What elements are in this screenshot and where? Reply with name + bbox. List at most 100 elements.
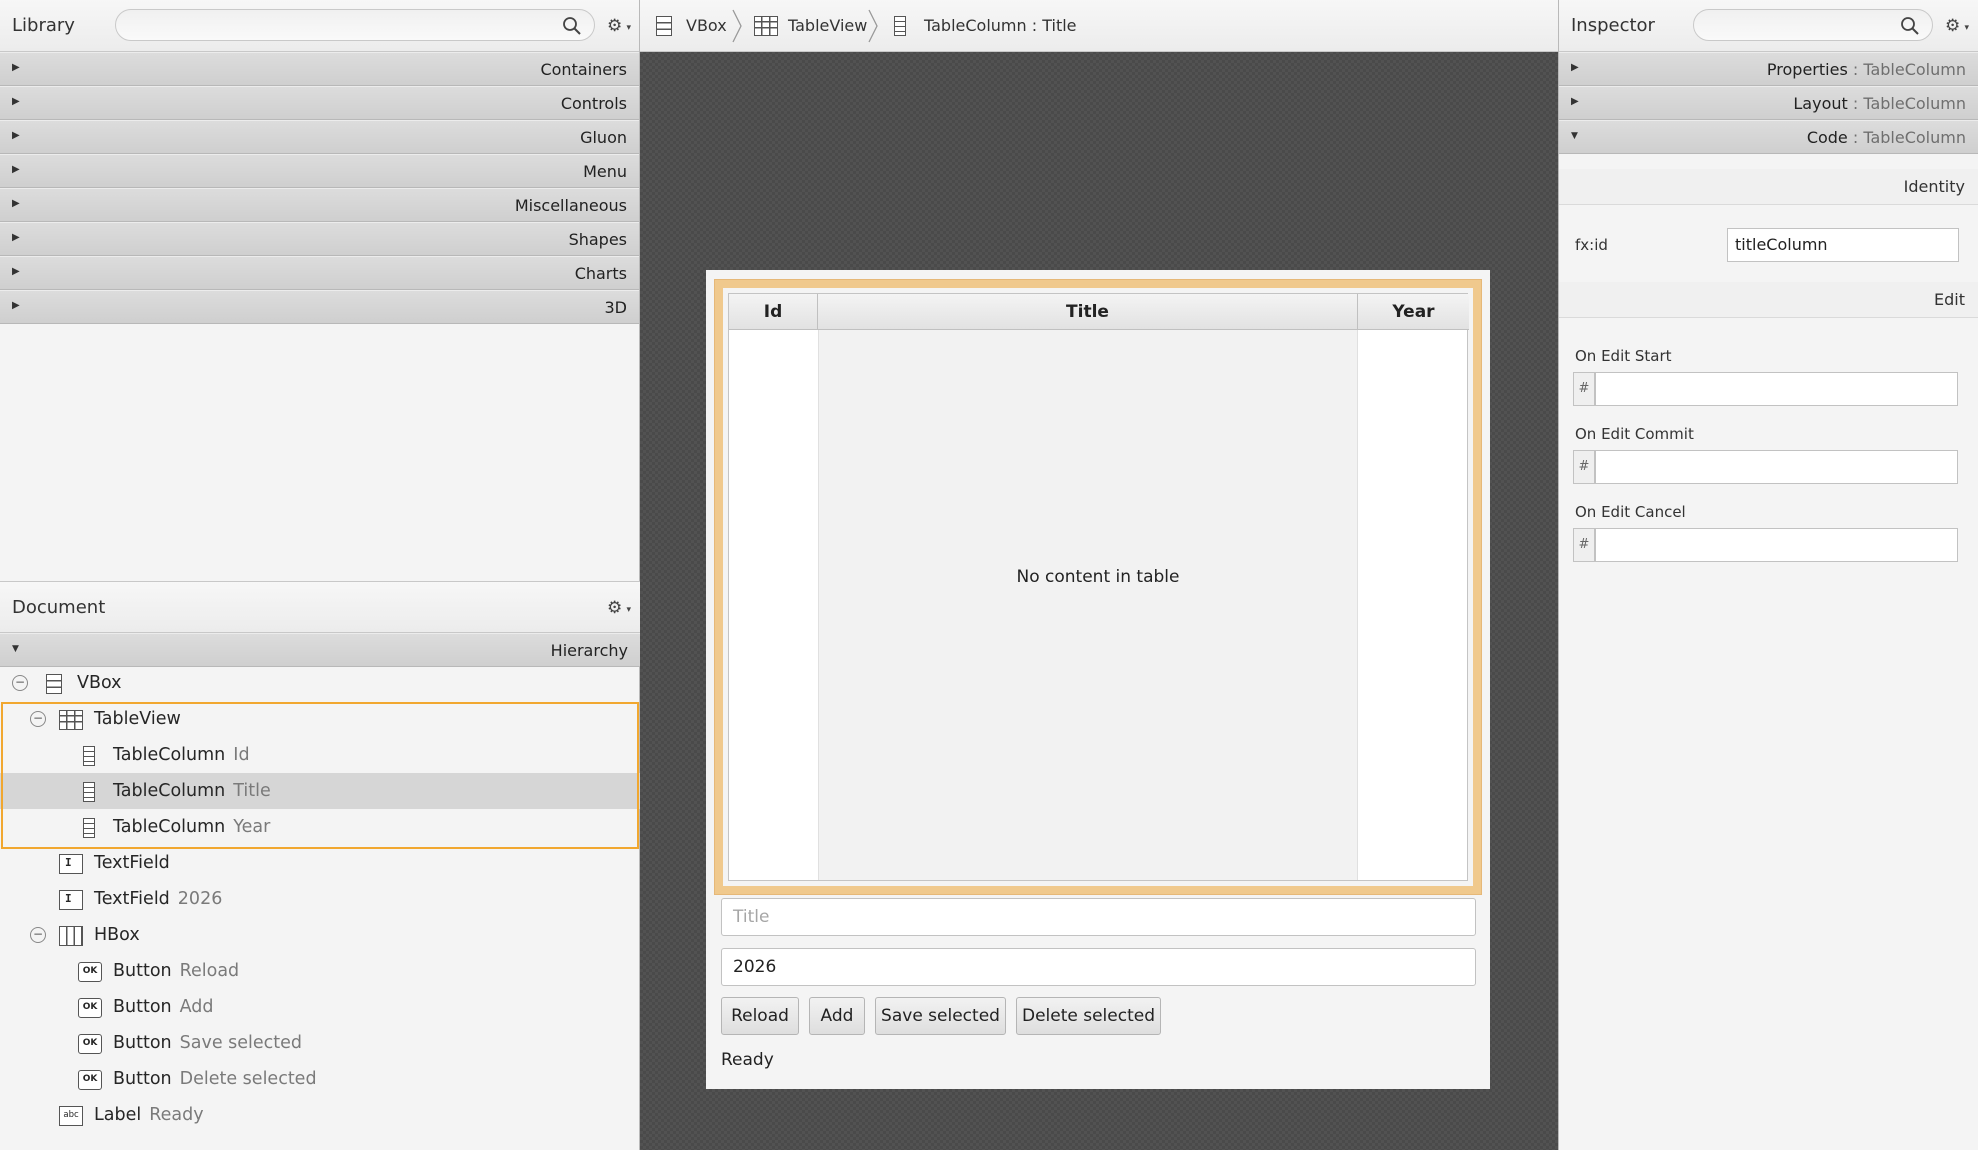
- tableview-icon: [59, 710, 83, 730]
- add-button[interactable]: Add: [809, 997, 865, 1035]
- tree-node-meta: Add: [179, 997, 214, 1017]
- tableview-icon: [754, 16, 778, 36]
- collapse-toggle-icon[interactable]: −: [30, 927, 46, 943]
- breadcrumb: VBox TableView TableColumn : Title: [640, 0, 1558, 52]
- inspector-section-properties[interactable]: ▶ Properties : TableColumn: [1559, 52, 1978, 86]
- library-category[interactable]: ▶ Containers: [0, 52, 639, 86]
- tablecolumn-icon: [894, 16, 906, 36]
- collapse-toggle-icon[interactable]: −: [12, 675, 28, 691]
- on-edit-cancel-input[interactable]: [1595, 528, 1958, 562]
- column-header-title[interactable]: Title: [818, 294, 1358, 330]
- design-canvas[interactable]: Id Title Year No content in table Title …: [706, 270, 1490, 1089]
- library-category[interactable]: ▶ Controls: [0, 86, 639, 120]
- library-category[interactable]: ▶ 3D: [0, 290, 639, 324]
- vbox-icon: [656, 16, 672, 36]
- title-input[interactable]: Title: [721, 898, 1476, 936]
- fxid-input[interactable]: titleColumn: [1727, 228, 1959, 262]
- library-search-input[interactable]: [115, 9, 595, 41]
- tree-node-button-add[interactable]: OK Button Add: [0, 989, 640, 1025]
- tree-node-meta: Reload: [179, 961, 240, 981]
- handler-hash-icon: #: [1573, 372, 1595, 406]
- inspector-gear-icon[interactable]: ⚙: [1945, 16, 1969, 38]
- tree-node-tablecolumn-id[interactable]: TableColumn Id: [0, 737, 640, 773]
- breadcrumb-item-vbox[interactable]: VBox: [656, 0, 736, 52]
- tree-node-meta: Ready: [149, 1105, 204, 1125]
- on-edit-commit-input[interactable]: [1595, 450, 1958, 484]
- hbox-icon: [59, 926, 83, 946]
- tree-node-tablecolumn-year[interactable]: TableColumn Year: [0, 809, 640, 845]
- tablecolumn-icon: [83, 746, 95, 766]
- library-gear-icon[interactable]: ⚙: [607, 16, 631, 38]
- column-body-title: [818, 330, 1358, 880]
- tree-node-hbox[interactable]: − HBox: [0, 917, 640, 953]
- expand-triangle-icon: ▶: [1571, 96, 1579, 107]
- search-icon[interactable]: [562, 16, 582, 36]
- breadcrumb-item-tableview[interactable]: TableView: [754, 0, 904, 52]
- tree-node-tableview[interactable]: − TableView: [0, 701, 640, 737]
- expand-triangle-icon: ▶: [12, 232, 20, 243]
- tree-node-button-delete[interactable]: OK Button Delete selected: [0, 1061, 640, 1097]
- tree-node-type: Button: [113, 961, 172, 981]
- hierarchy-section[interactable]: ▼ Hierarchy: [0, 633, 640, 667]
- library-title: Library: [12, 15, 75, 36]
- left-panel: Library ⚙ ▶Containers ▶Controls ▶Gluon ▶…: [0, 0, 640, 1150]
- collapse-triangle-icon: ▼: [12, 644, 19, 654]
- save-selected-button[interactable]: Save selected: [875, 997, 1006, 1035]
- document-gear-icon[interactable]: ⚙: [607, 598, 631, 620]
- button-icon: OK: [78, 962, 102, 982]
- year-input[interactable]: 2026: [721, 948, 1476, 986]
- tree-node-type: TableView: [94, 709, 181, 729]
- tree-node-meta: Delete selected: [179, 1069, 317, 1089]
- breadcrumb-item-tablecolumn[interactable]: TableColumn : Title: [894, 0, 1194, 52]
- fxid-label: fx:id: [1575, 236, 1608, 254]
- tree-node-button-save[interactable]: OK Button Save selected: [0, 1025, 640, 1061]
- on-edit-commit-label: On Edit Commit: [1575, 425, 1694, 443]
- tree-node-meta: 2026: [177, 889, 223, 909]
- column-body-id: [729, 330, 818, 880]
- tree-node-type: Label: [94, 1105, 142, 1125]
- reload-button[interactable]: Reload: [721, 997, 799, 1035]
- content-panel: VBox TableView TableColumn : Title Id Ti…: [640, 0, 1558, 1150]
- expand-triangle-icon: ▶: [12, 62, 20, 73]
- library-category[interactable]: ▶ Charts: [0, 256, 639, 290]
- inspector-search-input[interactable]: [1693, 9, 1933, 41]
- tablecolumn-icon: [83, 782, 95, 802]
- tree-node-type: TableColumn: [113, 781, 226, 801]
- table-placeholder: No content in table: [1016, 567, 1180, 587]
- inspector-panel: Inspector ⚙ ▶Properties : TableColumn ▶L…: [1558, 0, 1978, 1150]
- inspector-title: Inspector: [1571, 15, 1655, 36]
- tree-node-tablecolumn-title[interactable]: TableColumn Title: [0, 773, 640, 809]
- collapse-triangle-icon: ▼: [1571, 131, 1578, 141]
- document-section: Document ⚙ ▼Hierarchy: [0, 581, 640, 667]
- tree-node-type: Button: [113, 997, 172, 1017]
- library-categories: ▶ Containers ▶ Controls ▶ Gluon ▶ Menu ▶ Misc…: [0, 52, 639, 324]
- tree-node-meta: Save selected: [179, 1033, 303, 1053]
- search-icon[interactable]: [1900, 16, 1920, 36]
- library-category[interactable]: ▶ Menu: [0, 154, 639, 188]
- tree-node-textfield-year[interactable]: I TextField 2026: [0, 881, 640, 917]
- inspector-section-layout[interactable]: ▶ Layout : TableColumn: [1559, 86, 1978, 120]
- delete-selected-button[interactable]: Delete selected: [1016, 997, 1161, 1035]
- on-edit-start-input[interactable]: [1595, 372, 1958, 406]
- button-icon: OK: [78, 998, 102, 1018]
- column-header-year[interactable]: Year: [1358, 294, 1469, 330]
- collapse-toggle-icon[interactable]: −: [30, 711, 46, 727]
- tree-node-vbox[interactable]: − VBox: [0, 665, 640, 701]
- inspector-section-code[interactable]: ▼ Code : TableColumn: [1559, 120, 1978, 154]
- tree-node-button-reload[interactable]: OK Button Reload: [0, 953, 640, 989]
- tableview-highlight[interactable]: Id Title Year No content in table: [714, 279, 1482, 895]
- on-edit-start-label: On Edit Start: [1575, 347, 1672, 365]
- library-category[interactable]: ▶ Shapes: [0, 222, 639, 256]
- tree-node-textfield-title[interactable]: I TextField: [0, 845, 640, 881]
- tree-node-type: TableColumn: [113, 817, 226, 837]
- library-category[interactable]: ▶ Miscellaneous: [0, 188, 639, 222]
- expand-triangle-icon: ▶: [12, 198, 20, 209]
- button-icon: OK: [78, 1070, 102, 1090]
- column-header-id[interactable]: Id: [729, 294, 818, 330]
- handler-hash-icon: #: [1573, 450, 1595, 484]
- tree-node-label[interactable]: abc Label Ready: [0, 1097, 640, 1133]
- tableview[interactable]: Id Title Year No content in table: [728, 293, 1469, 881]
- expand-triangle-icon: ▶: [12, 300, 20, 311]
- expand-triangle-icon: ▶: [12, 164, 20, 175]
- library-category[interactable]: ▶ Gluon: [0, 120, 639, 154]
